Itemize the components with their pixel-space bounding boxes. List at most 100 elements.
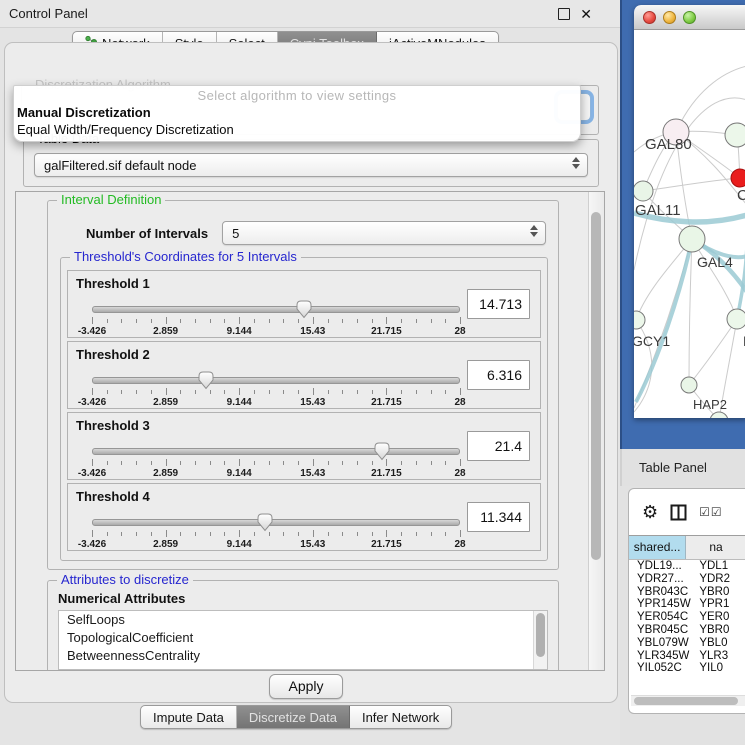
slider-track[interactable] xyxy=(92,306,460,313)
node-label: GAL11 xyxy=(635,202,681,219)
threshold-value-field[interactable]: 6.316 xyxy=(467,360,530,390)
table-row[interactable]: YBL079WYBL0 xyxy=(629,637,745,650)
apply-button[interactable]: Apply xyxy=(269,674,343,699)
network-desktop: GAL80GACGAL11GAL4GCY1HHAP2 xyxy=(620,0,745,449)
panel-title: Control Panel xyxy=(0,6,558,21)
threshold-value-field[interactable]: 11.344 xyxy=(467,502,530,532)
slider-ticks xyxy=(92,530,460,538)
network-node-gcy1[interactable] xyxy=(634,311,645,329)
column-shared-name[interactable]: shared... xyxy=(629,536,686,559)
network-window[interactable]: GAL80GACGAL11GAL4GCY1HHAP2 xyxy=(634,5,745,418)
tab-infer-network[interactable]: Infer Network xyxy=(350,706,451,728)
threshold-value-field[interactable]: 21.4 xyxy=(467,431,530,461)
threshold-value-field[interactable]: 14.713 xyxy=(467,289,530,319)
network-node-gal11[interactable] xyxy=(634,181,653,201)
stepper-icon xyxy=(530,225,538,237)
algorithm-option-manual[interactable]: Manual Discretization xyxy=(14,104,580,121)
settings-scrollpane: Interval Definition Number of Intervals … xyxy=(15,191,605,671)
algorithm-option-equal-width[interactable]: Equal Width/Frequency Discretization xyxy=(14,121,580,138)
numerical-attributes-list[interactable]: SelfLoopsTopologicalCoefficientBetweenne… xyxy=(58,610,548,670)
slider-tick-labels: -3.4262.8599.14415.4321.71528 xyxy=(92,468,460,479)
network-node-ga[interactable] xyxy=(725,123,745,147)
number-of-intervals-combobox[interactable]: 5 xyxy=(222,221,546,245)
table-row[interactable]: YDR27...YDR2 xyxy=(629,573,745,586)
node-label: HAP2 xyxy=(693,397,727,412)
table-row[interactable]: YDL19...YDL1 xyxy=(629,560,745,573)
table-toolbar: ⚙ ☑☑ xyxy=(629,489,745,535)
network-node-c[interactable] xyxy=(731,169,745,187)
network-node-hap2[interactable] xyxy=(681,377,697,393)
gear-icon[interactable]: ⚙ xyxy=(642,503,658,521)
bottom-tab-strip: Impute Data Discretize Data Infer Networ… xyxy=(140,705,452,729)
table-row[interactable]: YPR145WYPR1 xyxy=(629,598,745,611)
table-row[interactable]: YIL052CYIL0 xyxy=(629,662,745,675)
slider-ticks xyxy=(92,388,460,396)
thresholds-group: Threshold's Coordinates for 5 Intervals … xyxy=(60,257,548,561)
minimize-traffic-light-icon[interactable] xyxy=(663,11,676,24)
main-scrollbar[interactable] xyxy=(588,192,604,670)
threshold-label: Threshold 4 xyxy=(76,489,150,504)
attribute-list-item[interactable]: SelfLoops xyxy=(59,611,547,629)
network-node-h[interactable] xyxy=(727,309,745,329)
node-label: GAL4 xyxy=(697,254,733,270)
table-header: shared... na xyxy=(629,535,745,560)
interval-definition-group: Interval Definition Number of Intervals … xyxy=(47,200,559,570)
table-hscrollbar[interactable] xyxy=(631,695,745,706)
threshold-panel-2: Threshold 2 -3.4262.8599.14415.4321.71528… xyxy=(67,341,541,409)
threshold-label: Threshold 1 xyxy=(76,276,150,291)
main-scrollbar-thumb[interactable] xyxy=(591,212,601,560)
threshold-panel-4: Threshold 4 -3.4262.8599.14415.4321.71528… xyxy=(67,483,541,551)
table-row[interactable]: YLR345WYLR3 xyxy=(629,650,745,663)
table-panel-title: Table Panel xyxy=(622,460,707,475)
table-data-combobox[interactable]: galFiltered.sif default node xyxy=(34,153,588,177)
number-of-intervals-value: 5 xyxy=(232,226,239,241)
screen: Control Panel ✕ Network S xyxy=(0,0,745,745)
table-row[interactable]: YBR045CYBR0 xyxy=(629,624,745,637)
threshold-label: Threshold 2 xyxy=(76,347,150,362)
list-scrollbar[interactable] xyxy=(533,611,547,669)
thresholds-title: Threshold's Coordinates for 5 Intervals xyxy=(70,249,301,264)
column-name[interactable]: na xyxy=(686,536,745,559)
node-label: GCY1 xyxy=(634,333,670,349)
node-label: C xyxy=(737,187,745,204)
network-node-gal4[interactable] xyxy=(679,226,705,252)
right-panel: GAL80GACGAL11GAL4GCY1HHAP2 Table Panel ⚙… xyxy=(620,0,745,745)
algorithm-dropdown-popup: Select algorithm to view settings Manual… xyxy=(13,85,581,142)
table-data-selected: galFiltered.sif default node xyxy=(44,158,196,173)
close-traffic-light-icon[interactable] xyxy=(643,11,656,24)
network-view[interactable]: GAL80GACGAL11GAL4GCY1HHAP2 xyxy=(634,30,745,418)
slider-track[interactable] xyxy=(92,377,460,384)
network-window-titlebar xyxy=(634,5,745,30)
float-window-icon[interactable] xyxy=(558,8,570,20)
tab-discretize-data[interactable]: Discretize Data xyxy=(237,706,350,728)
slider-track[interactable] xyxy=(92,448,460,455)
table-row[interactable]: YBR043CYBR0 xyxy=(629,586,745,599)
table-row[interactable]: YER054CYER0 xyxy=(629,611,745,624)
control-panel: Control Panel ✕ Network S xyxy=(0,0,620,745)
close-icon[interactable]: ✕ xyxy=(580,9,592,19)
slider-tick-labels: -3.4262.8599.14415.4321.71528 xyxy=(92,539,460,550)
threshold-panel-1: Threshold 1 -3.4262.8599.14415.4321.71528… xyxy=(67,270,541,338)
stepper-icon xyxy=(572,157,580,169)
column-layout-icon[interactable] xyxy=(670,504,687,521)
zoom-traffic-light-icon[interactable] xyxy=(683,11,696,24)
attributes-title: Attributes to discretize xyxy=(57,572,193,587)
slider-track[interactable] xyxy=(92,519,460,526)
interval-definition-title: Interval Definition xyxy=(57,192,165,207)
slider-tick-labels: -3.4262.8599.14415.4321.71528 xyxy=(92,397,460,408)
threshold-panel-3: Threshold 3 -3.4262.8599.14415.4321.71528… xyxy=(67,412,541,480)
number-of-intervals-label: Number of Intervals xyxy=(86,226,208,241)
slider-tick-labels: -3.4262.8599.14415.4321.71528 xyxy=(92,326,460,337)
attribute-list-item[interactable]: BetweennessCentrality xyxy=(59,647,547,665)
tab-impute-data[interactable]: Impute Data xyxy=(141,706,237,728)
checkbox-icons[interactable]: ☑☑ xyxy=(699,505,723,519)
threshold-label: Threshold 3 xyxy=(76,418,150,433)
algorithm-hint: Select algorithm to view settings xyxy=(14,88,580,104)
table-rows[interactable]: YDL19...YDL1YDR27...YDR2YBR043CYBR0YPR14… xyxy=(629,560,745,676)
slider-ticks xyxy=(92,459,460,467)
table-panel-bar: Table Panel xyxy=(620,449,745,486)
node-label: GAL80 xyxy=(645,136,692,153)
control-panel-titlebar: Control Panel ✕ xyxy=(0,0,620,28)
threshold-container: Threshold 1 -3.4262.8599.14415.4321.71528… xyxy=(67,270,541,554)
attribute-list-item[interactable]: TopologicalCoefficient xyxy=(59,629,547,647)
